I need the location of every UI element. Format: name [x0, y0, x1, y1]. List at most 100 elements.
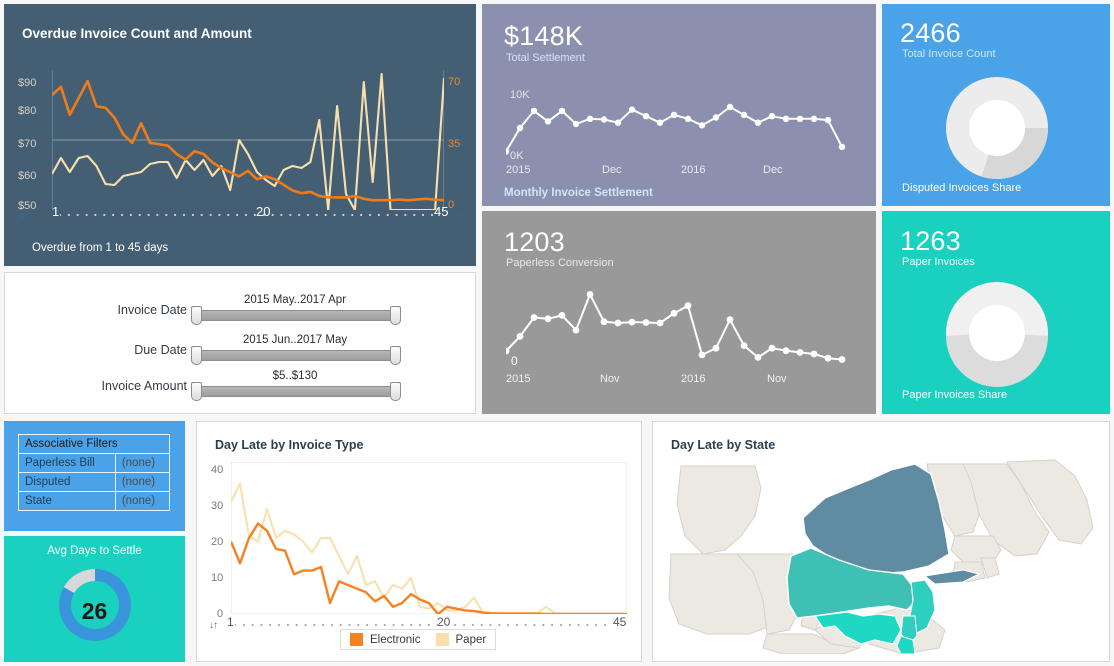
overdue-ytick-90: $90 — [18, 77, 37, 89]
overdue-ytick-60: $60 — [18, 170, 37, 182]
overdue-xtick-1: 1 — [52, 204, 60, 219]
daylate-chart-svg — [229, 461, 628, 616]
slider-track-due-date[interactable] — [195, 350, 395, 361]
sort-arrows-icon-right[interactable]: ↑ — [456, 210, 460, 220]
slider-label-due-date: Due Date — [134, 343, 187, 357]
slider-handle-right-due-date[interactable] — [390, 346, 401, 365]
legend-label-electronic[interactable]: Electronic — [370, 634, 421, 646]
overdue-chart-svg — [51, 70, 446, 212]
daylate-xtick-1: 1 — [227, 615, 234, 629]
slider-value-due-date: 2015 Jun..2017 May — [242, 334, 348, 346]
disputed-share-caption: Disputed Invoices Share — [902, 182, 1022, 194]
slider-track-invoice-date[interactable] — [195, 310, 395, 321]
map-state-michigan-upper[interactable] — [676, 465, 762, 555]
slider-handle-left-invoice-amount[interactable] — [191, 382, 202, 401]
filter-value-disputed[interactable]: (none) — [114, 472, 171, 492]
total-invoice-count-panel: 2466 Total Invoice Count Disputed Invoic… — [882, 4, 1110, 206]
paperless-value: 1203 — [504, 227, 565, 257]
map-state-long-island[interactable] — [923, 569, 981, 585]
overdue-ytick-right-70: 70 — [448, 76, 461, 88]
slider-value-invoice-date: 2015 May..2017 Apr — [243, 294, 347, 306]
legend-label-paper[interactable]: Paper — [456, 634, 487, 646]
settlement-label: Total Settlement — [506, 52, 585, 64]
paperless-conversion-panel: 1203 Paperless Conversion 0 2015 Nov 201… — [482, 211, 876, 414]
slider-track-invoice-amount[interactable] — [195, 386, 395, 397]
overdue-panel-title: Overdue Invoice Count and Amount — [22, 26, 252, 41]
slider-row-due-date[interactable]: Due Date 2015 Jun..2017 May — [5, 334, 475, 367]
sort-arrows-icon[interactable]: ↓↑ — [209, 620, 218, 631]
paper-invoices-panel: 1263 Paper Invoices Paper Invoices Share — [882, 211, 1110, 414]
legend-swatch-paper — [435, 633, 449, 646]
associative-filters-panel: Associative Filters Paperless Bill (none… — [4, 421, 185, 531]
settlement-xtick-dec1: Dec — [602, 164, 622, 176]
filter-key-disputed: Disputed — [18, 472, 116, 492]
paperless-xtick-2015: 2015 — [506, 373, 531, 385]
day-late-by-state-panel: Day Late by State — [652, 421, 1110, 662]
legend-swatch-electronic — [350, 633, 363, 646]
overdue-plot — [51, 70, 446, 212]
overdue-invoice-panel: Overdue Invoice Count and Amount $90 $80… — [4, 4, 476, 266]
daylate-plot — [229, 461, 628, 616]
daylate-ytick-10: 10 — [211, 572, 224, 584]
avg-days-to-settle-panel: Avg Days to Settle 26 — [4, 536, 185, 662]
day-late-title: Day Late by Invoice Type — [215, 438, 364, 452]
daylate-xaxis-dots — [235, 623, 607, 627]
slider-row-invoice-date[interactable]: Invoice Date 2015 May..2017 Apr — [5, 294, 475, 327]
daylate-ytick-0: 0 — [217, 608, 224, 620]
table-header-row: Associative Filters — [18, 434, 170, 454]
disputed-invoices-donut — [946, 77, 1048, 179]
table-row[interactable]: Paperless Bill (none) — [18, 453, 171, 473]
gauge-title: Avg Days to Settle — [47, 545, 142, 557]
slider-handle-right-invoice-date[interactable] — [390, 306, 401, 325]
slider-handle-left-invoice-date[interactable] — [191, 306, 202, 325]
associative-filters-header: Associative Filters — [18, 434, 170, 454]
filter-value-state[interactable]: (none) — [114, 491, 171, 511]
slider-value-invoice-amount: $5..$130 — [272, 370, 318, 382]
overdue-ytick-70: $70 — [18, 138, 37, 150]
paper-value: 1263 — [900, 226, 961, 256]
settlement-xtick-2015: 2015 — [506, 164, 531, 176]
slider-row-invoice-amount[interactable]: Invoice Amount $5..$130 — [5, 370, 475, 403]
paperless-xtick-2016: 2016 — [681, 373, 706, 385]
overdue-footnote: Overdue from 1 to 45 days — [32, 242, 169, 254]
filter-value-paperless-bill[interactable]: (none) — [114, 453, 171, 473]
paper-share-caption: Paper Invoices Share — [902, 389, 1008, 401]
paper-invoices-donut — [946, 282, 1048, 387]
invoice-count-value: 2466 — [900, 18, 961, 48]
daylate-ytick-20: 20 — [211, 536, 224, 548]
paperless-label: Paperless Conversion — [506, 257, 614, 269]
paperless-sparkline — [506, 291, 846, 363]
table-row[interactable]: Disputed (none) — [18, 472, 171, 492]
sort-arrows-icon[interactable]: ↓↑ — [18, 210, 26, 220]
overdue-ytick-right-35: 35 — [448, 138, 461, 150]
slider-handle-right-invoice-amount[interactable] — [390, 382, 401, 401]
settlement-value: $148K — [504, 21, 584, 51]
daylate-ytick-30: 30 — [211, 500, 224, 512]
paper-label: Paper Invoices — [902, 256, 975, 268]
slider-handle-left-due-date[interactable] — [191, 346, 202, 365]
total-settlement-panel: $148K Total Settlement 10K 0K 2015 Dec 2… — [482, 4, 876, 206]
table-row[interactable]: State (none) — [18, 491, 171, 511]
dashboard-root: Overdue Invoice Count and Amount $90 $80… — [0, 0, 1114, 666]
state-map-svg[interactable] — [663, 458, 1099, 655]
state-map[interactable] — [663, 458, 1099, 655]
settlement-caption: Monthly Invoice Settlement — [504, 187, 653, 199]
associative-filters-table: Associative Filters Paperless Bill (none… — [18, 434, 171, 511]
day-late-by-invoice-type-panel: Day Late by Invoice Type 40 30 20 10 0 ↓… — [196, 421, 642, 662]
slider-label-invoice-date: Invoice Date — [117, 303, 187, 317]
invoice-count-label: Total Invoice Count — [902, 48, 996, 60]
overdue-xaxis-dots — [60, 213, 434, 217]
paperless-xtick-nov1: Nov — [600, 373, 620, 385]
map-title: Day Late by State — [671, 438, 776, 452]
daylate-xtick-45: 45 — [613, 615, 627, 629]
daylate-legend: Electronic Paper — [340, 629, 497, 650]
overdue-ytick-80: $80 — [18, 105, 37, 117]
gauge-value: 26 — [81, 598, 108, 624]
filter-sliders-panel: Invoice Date 2015 May..2017 Apr Due Date… — [4, 272, 476, 414]
settlement-sparkline — [506, 103, 846, 155]
filter-key-paperless-bill: Paperless Bill — [18, 453, 116, 473]
paperless-xtick-nov2: Nov — [767, 373, 787, 385]
settlement-xtick-dec2: Dec — [763, 164, 783, 176]
overdue-ytick-right-0: 0 — [448, 199, 455, 211]
slider-label-invoice-amount: Invoice Amount — [101, 379, 187, 393]
